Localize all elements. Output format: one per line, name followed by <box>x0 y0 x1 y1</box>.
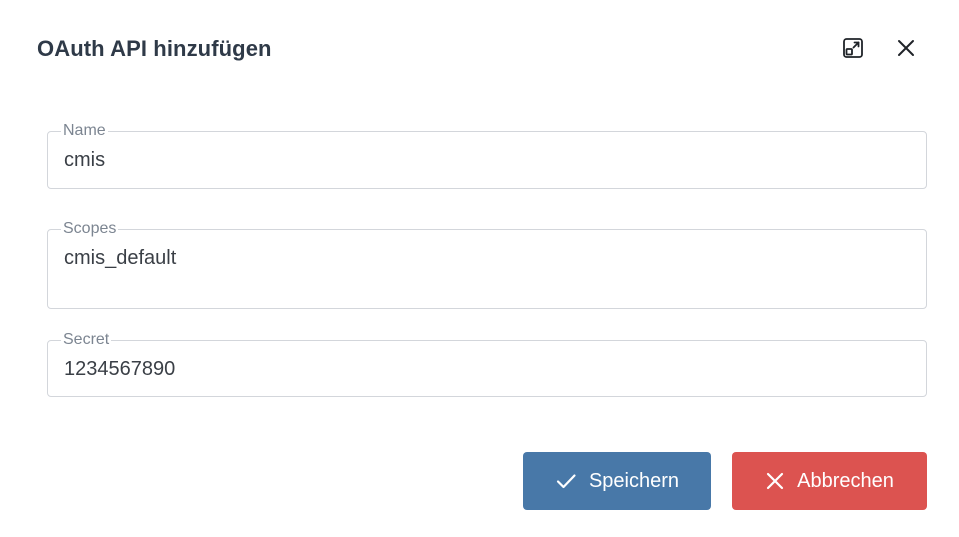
close-button[interactable] <box>892 36 920 64</box>
scopes-field[interactable]: Scopes <box>47 220 927 309</box>
name-input[interactable] <box>64 148 904 172</box>
name-label: Name <box>61 122 108 140</box>
save-label: Speichern <box>588 469 680 492</box>
expand-icon <box>841 36 865 65</box>
dialog-title: OAuth API hinzufügen <box>37 36 272 61</box>
secret-input[interactable] <box>64 357 904 381</box>
scopes-input[interactable] <box>64 246 904 296</box>
name-field[interactable]: Name <box>47 122 927 189</box>
scopes-label: Scopes <box>61 220 119 238</box>
check-icon <box>555 470 577 492</box>
secret-label: Secret <box>61 331 112 349</box>
secret-field[interactable]: Secret <box>47 331 927 397</box>
cancel-button[interactable]: Abbrechen <box>732 452 927 510</box>
expand-button[interactable] <box>839 36 867 64</box>
cancel-label: Abbrechen <box>797 469 894 492</box>
oauth-dialog: OAuth API hinzufügen Name Scopes Secret <box>0 0 959 537</box>
close-icon <box>895 37 917 64</box>
save-button[interactable]: Speichern <box>523 452 711 510</box>
x-icon <box>765 471 785 491</box>
